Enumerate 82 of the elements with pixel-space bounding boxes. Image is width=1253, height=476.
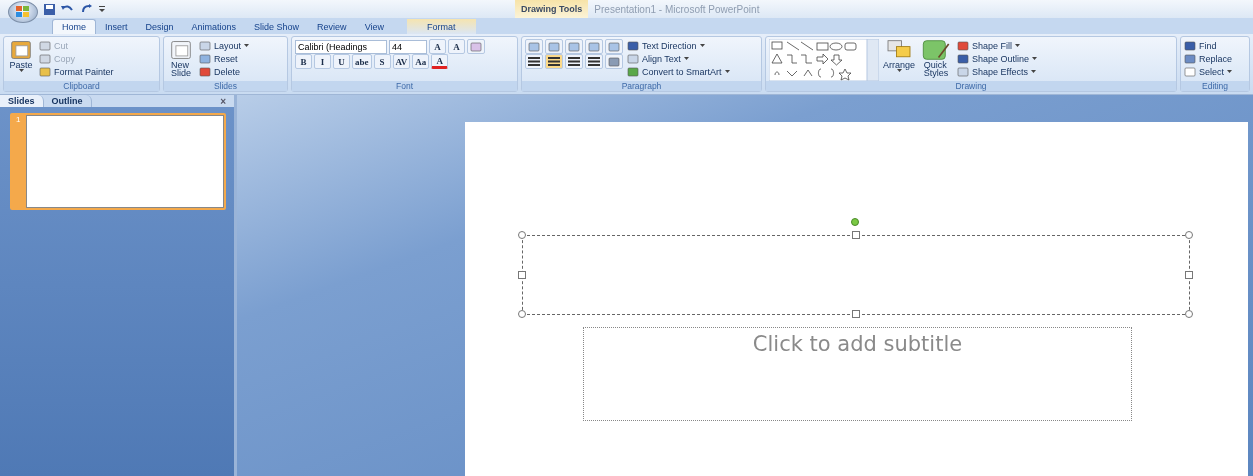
editing-command[interactable]: Find [1184,39,1233,52]
align-button[interactable] [545,54,563,69]
slide-command[interactable]: Layout [199,39,250,52]
align-icon [588,57,600,66]
caret-icon [1030,70,1036,73]
customize-icon[interactable] [99,6,105,12]
ribbon-tab[interactable]: Design [136,19,183,34]
caret-icon [683,57,689,60]
align-icon [568,57,580,66]
ribbon-tab[interactable]: Home [52,19,96,34]
ribbon-tab[interactable]: Animations [182,19,246,34]
paragraph-command[interactable]: Align Text [627,52,730,65]
ribbon-tab[interactable]: Slide Show [245,19,309,34]
ribbon-tab[interactable]: View [355,19,393,34]
redo-icon[interactable] [81,4,93,14]
caret-icon [1032,57,1038,60]
size-field[interactable]: 44 [389,39,427,54]
office-button[interactable] [8,1,38,23]
shape-command[interactable]: Shape Outline [957,52,1038,65]
format-button[interactable]: A [431,54,449,69]
pane-tab[interactable]: Slides [0,95,44,107]
quick-styles-button[interactable]: Quick Styles [919,39,954,77]
slide-number: 1 [16,115,21,126]
resize-handle[interactable] [852,310,860,318]
align-button[interactable] [565,54,583,69]
format-button[interactable]: U [333,54,350,69]
align-button[interactable] [585,54,603,69]
paragraph-command[interactable]: Text Direction [627,39,730,52]
slide-command[interactable]: Delete [199,65,250,78]
clear-format-button[interactable] [467,39,485,54]
resize-handle[interactable] [1185,310,1193,318]
align-button[interactable] [525,54,543,69]
group-label: Drawing [766,81,1176,91]
save-icon[interactable] [44,3,55,15]
new-slide-button[interactable]: New Slide [167,39,195,77]
resize-handle[interactable] [1185,271,1193,279]
window-title: Presentation1 - Microsoft PowerPoint [593,3,761,17]
format-button[interactable]: S [373,54,391,69]
group-label: Clipboard [4,81,159,91]
group-label: Font [292,81,517,91]
editing-command[interactable]: Select [1184,65,1233,78]
resize-handle[interactable] [518,310,526,318]
caret-icon [1015,44,1021,47]
format-button[interactable]: abe [352,54,372,69]
paragraph-command[interactable]: Convert to SmartArt [627,65,730,78]
shrink-font-button[interactable]: A [448,39,465,54]
caret-icon [724,70,730,73]
resize-handle[interactable] [852,231,860,239]
office-logo [16,6,30,18]
grow-font-button[interactable]: A [429,39,446,54]
shapes-gallery-drawing[interactable] [769,39,879,81]
rotation-handle[interactable] [851,218,859,226]
editing-command[interactable]: Replace [1184,52,1233,65]
caret-icon [18,69,24,72]
format-button[interactable]: Aa [412,54,430,69]
paste-button[interactable]: Paste [7,39,35,72]
font-field[interactable]: Calibri (Headings [295,39,387,54]
resize-handle[interactable] [518,231,526,239]
shape-command[interactable]: Shape Fill [957,39,1038,52]
caret-icon [1227,70,1232,73]
ribbon-tab[interactable]: Format [407,19,476,34]
shape-command[interactable]: Shape Effects [957,65,1038,78]
format-button[interactable]: AV [392,54,411,69]
ribbon-tab[interactable]: Review [308,19,356,34]
clipboard-command[interactable]: Format Painter [39,65,114,78]
caret-icon [244,44,250,47]
close-button[interactable]: × [220,95,226,107]
format-button[interactable]: I [314,54,331,69]
resize-handle[interactable] [518,271,526,279]
resize-handle[interactable] [1185,231,1193,239]
caret-icon [896,69,902,72]
align-icon [548,57,560,66]
contextual-tab-group: Drawing Tools [515,0,589,18]
group-label: Paragraph [522,81,761,91]
slide-command[interactable]: Reset [199,52,250,65]
arrange-button[interactable]: Arrange [883,39,916,72]
group-label: Editing [1181,81,1249,91]
caret-icon [699,44,705,47]
ribbon-tab[interactable]: Insert [96,19,137,34]
format-button[interactable]: B [295,54,312,69]
group-label: Slides [164,81,287,91]
align-icon [528,57,540,66]
